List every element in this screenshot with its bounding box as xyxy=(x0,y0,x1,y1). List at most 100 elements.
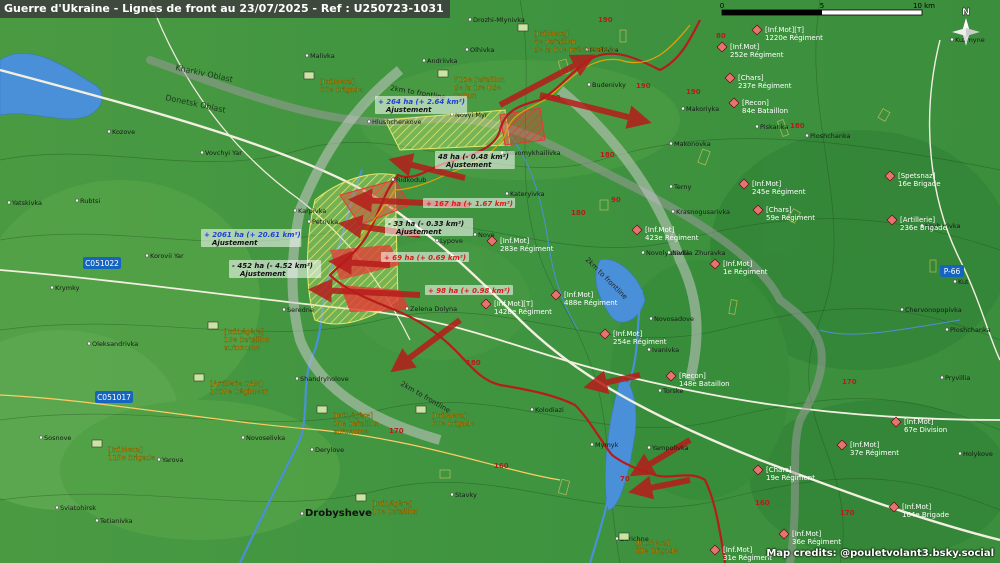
town-marker-icon xyxy=(157,457,161,462)
ru-unit-label: 148e Bataillon xyxy=(679,380,730,388)
ru-unit-label: [Inf.Mot] xyxy=(904,418,933,426)
ua-unit-icon xyxy=(415,405,427,414)
town-marker-icon xyxy=(50,285,54,290)
ru-unit-label: [Chars] xyxy=(766,466,792,474)
territory-change-value: + 2061 ha (+ 20.61 km²) xyxy=(204,231,301,239)
territory-change-note: Ajustement xyxy=(445,161,492,169)
road-number-label: 180 xyxy=(466,359,481,367)
ua-unit-icon xyxy=(355,493,367,502)
town-marker-icon xyxy=(505,191,509,196)
road-number-label: 190 xyxy=(598,16,613,24)
town-label: Malivka xyxy=(310,52,335,60)
ua-unit-label: [Inf.Légère] xyxy=(333,412,373,420)
town-marker-icon xyxy=(669,184,673,189)
town-label: Zelena Dolyna xyxy=(410,305,457,313)
ru-unit-label: [Chars] xyxy=(766,206,792,214)
front-map[interactable]: Kharkiv Oblast Donetsk Oblast 2km to fro… xyxy=(0,0,1000,563)
town-label: Novoselivka xyxy=(246,434,285,442)
town-marker-icon xyxy=(200,150,204,155)
town-marker-icon xyxy=(300,511,304,516)
territory-change: + 69 ha (+ 0.69 km²) xyxy=(381,252,469,262)
ru-unit-label: [Inf.Mot] xyxy=(723,260,752,268)
ru-unit-label: 31e Régiment xyxy=(723,554,772,562)
road-number-label: 180 xyxy=(571,209,586,217)
road-badge-c051022: C051022 xyxy=(83,257,121,269)
ru-unit-label: 84e Bataillon xyxy=(742,107,788,115)
ru-unit-label: [Inf.Mot] xyxy=(564,291,593,299)
town-label: Sviatohirsk xyxy=(60,504,96,512)
town-marker-icon xyxy=(435,238,439,243)
town-label: Andriivka xyxy=(427,57,457,65)
ua-unit-label: 63e Brigade xyxy=(635,547,678,555)
ru-unit-label: [Inf.Mot][T] xyxy=(494,300,533,308)
territory-change-value: - 33 ha (- 0.33 km²) xyxy=(388,220,464,228)
town-label: Hlushchenkove xyxy=(372,118,422,126)
ru-unit-label: [Inf.Mot] xyxy=(792,530,821,538)
town-marker-icon xyxy=(667,250,671,255)
town-marker-icon xyxy=(805,133,809,138)
ua-unit-label: 66e Brigade xyxy=(320,86,363,94)
ua-unit-icon xyxy=(618,532,630,541)
road-number-label: 170 xyxy=(389,427,404,435)
ru-unit-label: 423e Régiment xyxy=(645,234,699,242)
territory-change-note: Ajustement xyxy=(239,270,286,278)
ua-unit-label: 16e Bataillon xyxy=(372,508,418,516)
town-label: Ploshchanka xyxy=(810,132,851,140)
town-marker-icon xyxy=(641,250,645,255)
ua-unit-label: de la Bde présidentielle xyxy=(534,46,617,54)
town-label: Krymky xyxy=(55,284,80,292)
town-label: Yampolivka xyxy=(651,444,689,452)
ua-unit-label: [Inf.Meca] xyxy=(635,539,670,547)
ru-unit-label: [Chars] xyxy=(738,74,764,82)
ua-unit-label: [Inf.Meca] xyxy=(534,30,569,38)
town-label: Yatskivka xyxy=(11,199,42,207)
town-label: Budenivky xyxy=(592,81,626,89)
ua-unit-label: 1039e Régiment xyxy=(210,388,268,396)
territory-change: - 33 ha (- 0.33 km²)Ajustement xyxy=(385,218,473,236)
svg-text:10 km: 10 km xyxy=(913,2,935,10)
ru-unit-label: 237e Régiment xyxy=(738,82,792,90)
town-marker-icon xyxy=(293,208,297,213)
svg-text:C051022: C051022 xyxy=(85,259,119,268)
road-badge-p66: P-66 xyxy=(940,265,964,277)
map-title: Guerre d'Ukraine - Lignes de front au 23… xyxy=(0,0,450,18)
territory-change: + 98 ha (+ 0.98 km²) xyxy=(425,285,513,295)
town-label: Drozhi-Mlynivka xyxy=(473,16,525,24)
ru-unit-label: 19e Régiment xyxy=(766,474,815,482)
town-label: Chervonopopivka xyxy=(905,306,962,314)
town-label: Ridkodub xyxy=(396,176,426,184)
ru-unit-label: [Inf.Mot] xyxy=(752,180,781,188)
ua-unit-icon xyxy=(207,321,219,330)
town-label: Torske xyxy=(662,387,683,395)
ua-unit-icon xyxy=(303,71,315,80)
town-label: Kut xyxy=(958,278,969,286)
ru-unit-label: 236e Brigade xyxy=(900,224,947,232)
town-marker-icon xyxy=(945,327,949,332)
town-marker-icon xyxy=(615,536,619,541)
ua-unit-label: [Inf.Légère] xyxy=(224,328,264,336)
ru-unit-label: 252e Régiment xyxy=(730,51,784,59)
town-label: Makoriyka xyxy=(686,105,719,113)
town-marker-icon xyxy=(367,119,371,124)
town-label: Mymyk xyxy=(595,441,619,449)
ua-unit-label: autonome xyxy=(333,428,369,436)
town-label: Makonovka xyxy=(674,140,711,148)
ru-unit-label: 254e Régiment xyxy=(613,338,667,346)
town-label: Karpivka xyxy=(298,207,326,215)
ru-unit-label: 1428e Régiment xyxy=(494,308,552,316)
town-marker-icon xyxy=(145,253,149,258)
town-label: Yarova xyxy=(161,456,183,464)
ua-unit-icon xyxy=(316,405,328,414)
road-number-label: 170 xyxy=(840,509,855,517)
town-label: Novosadove xyxy=(654,315,694,323)
road-number-label: 170 xyxy=(842,378,857,386)
town-marker-icon xyxy=(647,347,651,352)
territory-change-value: + 98 ha (+ 0.98 km²) xyxy=(428,287,510,295)
town-marker-icon xyxy=(950,37,954,42)
town-marker-icon xyxy=(87,341,91,346)
town-label: Kateryivka xyxy=(510,190,545,198)
territory-change-value: - 452 ha (- 4.52 km²) xyxy=(232,262,313,270)
ru-unit-label: 245e Régiment xyxy=(752,188,806,196)
ua-unit-icon xyxy=(193,373,205,382)
town-marker-icon xyxy=(305,53,309,58)
